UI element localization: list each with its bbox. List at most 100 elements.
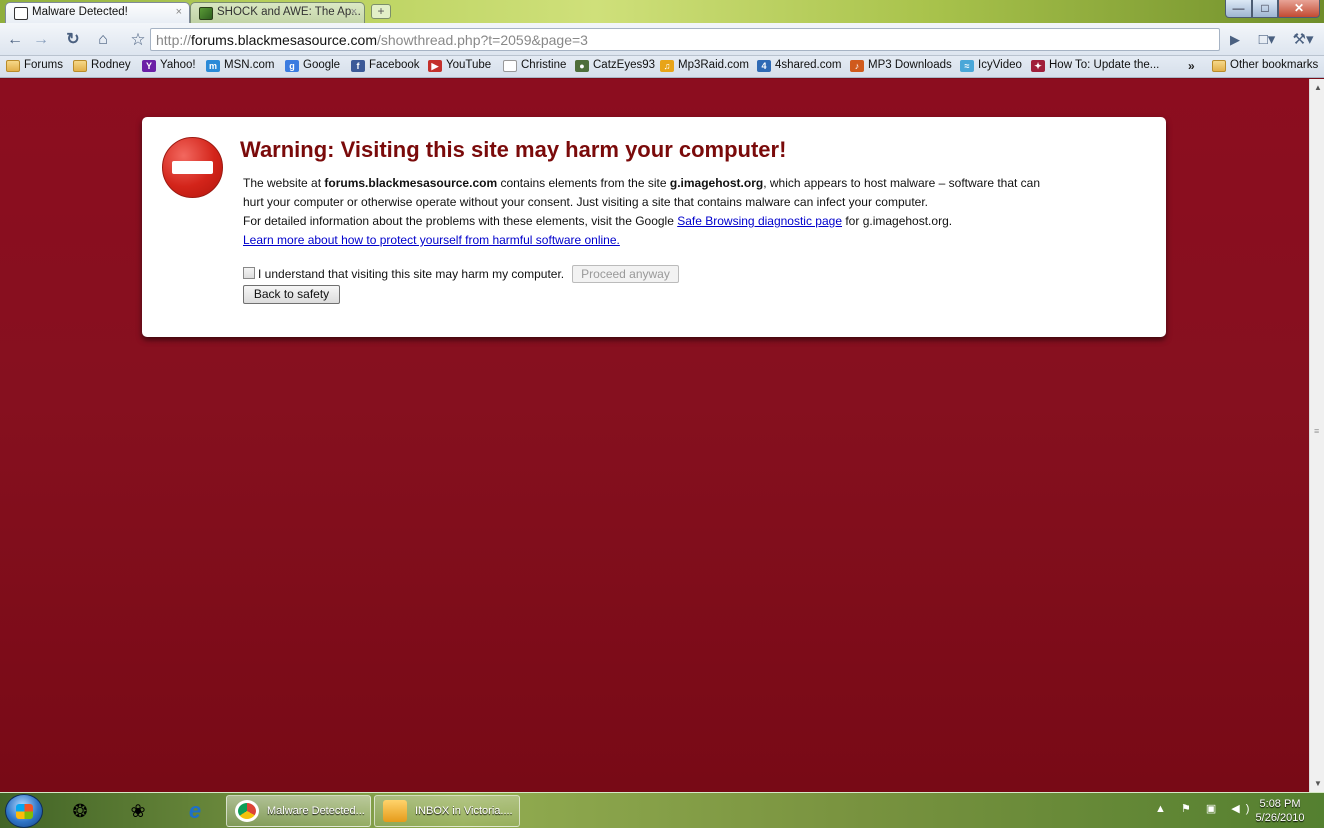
scroll-down-arrow-icon[interactable]: ▼ (1314, 779, 1322, 788)
folder-icon (1212, 60, 1226, 72)
browser-toolbar: ← → ↻ ⌂ ☆ http://forums.blackmesasource.… (0, 23, 1324, 56)
description-text: contains elements from the site (497, 176, 670, 190)
start-button[interactable] (5, 794, 43, 828)
bookmark-label: CatzEyes93 (593, 59, 656, 71)
task-label: INBOX in Victoria.... (415, 805, 513, 817)
home-icon[interactable]: ⌂ (92, 29, 114, 51)
description-text: The website at (243, 176, 325, 190)
other-bookmarks[interactable]: Other bookmarks (1212, 59, 1318, 75)
chrome-icon (235, 800, 259, 822)
bookmark-yahoo[interactable]: Y Yahoo! (142, 59, 196, 75)
bookmark-christine[interactable]: Christine (503, 59, 566, 75)
windows-taskbar: ❂ ❀ e Malware Detected... INBOX in Victo… (0, 792, 1324, 828)
bookmark-label: Yahoo! (160, 59, 196, 71)
back-to-safety-button[interactable]: Back to safety (243, 285, 340, 304)
bookmark-google[interactable]: g Google (285, 59, 340, 75)
google-icon: g (285, 60, 299, 72)
learn-more-link[interactable]: Learn more about how to protect yourself… (243, 233, 620, 247)
bookmark-label: 4shared.com (775, 59, 842, 71)
malware-host-name: g.imagehost.org (669, 176, 764, 190)
clock-date: 5/26/2010 (1255, 812, 1305, 824)
vertical-scrollbar[interactable]: ▲ ≡ ▼ (1309, 79, 1324, 792)
bookmark-msn[interactable]: m MSN.com (206, 59, 274, 75)
tab-shock-and-awe[interactable]: SHOCK and AWE: The Ap... × (190, 2, 365, 23)
go-play-icon[interactable]: ▶ (1224, 29, 1246, 51)
maximize-button[interactable]: □ (1252, 0, 1278, 18)
url-host: forums.blackmesasource.com (191, 32, 377, 48)
bookmark-label: Christine (521, 59, 567, 71)
bookmark-4shared[interactable]: 4 4shared.com (757, 59, 841, 75)
music-icon: ♫ (660, 60, 674, 72)
scroll-grip-icon[interactable]: ≡ (1314, 426, 1319, 436)
tab-close-icon[interactable]: × (351, 6, 357, 18)
scroll-up-arrow-icon[interactable]: ▲ (1314, 83, 1322, 92)
safe-browsing-diagnostic-link[interactable]: Safe Browsing diagnostic page (677, 214, 842, 228)
bookmark-youtube[interactable]: ▶ YouTube (428, 59, 491, 75)
bookmark-label: Mp3Raid.com (678, 59, 749, 71)
taskbar-clock[interactable]: 5:08 PM 5/26/2010 (1252, 797, 1308, 825)
mp3-icon: ♪ (850, 60, 864, 72)
forward-arrow-icon[interactable]: → (30, 29, 52, 51)
description-text: for g.imagehost.org. (842, 214, 953, 228)
warning-panel: Warning: Visiting this site may harm you… (142, 117, 1166, 337)
msn-icon: m (206, 60, 220, 72)
bookmark-rodney[interactable]: Rodney (73, 59, 131, 75)
bookmark-label: Rodney (91, 59, 131, 71)
mail-icon (383, 800, 407, 822)
windows-logo-icon (16, 804, 33, 819)
system-tray-icons[interactable]: ▲ ⚑ ▣ ◀) (1155, 802, 1255, 815)
icyvideo-icon: ≈ (960, 60, 974, 72)
task-label: Malware Detected... (267, 805, 365, 817)
url-scheme: http:// (156, 32, 192, 48)
star-icon[interactable]: ☆ (127, 29, 149, 51)
warning-description-line: The website at forums.blackmesasource.co… (243, 176, 1040, 190)
bookmark-howto[interactable]: ✦ How To: Update the... (1031, 59, 1159, 75)
tab-label: Malware Detected! (32, 6, 128, 18)
bookmark-label: MSN.com (224, 59, 275, 71)
bookmark-label: Forums (24, 59, 63, 71)
clock-time: 5:08 PM (1259, 798, 1301, 810)
diagnostic-info-line: For detailed information about the probl… (243, 214, 952, 228)
back-arrow-icon[interactable]: ← (4, 29, 26, 51)
bookmark-mp3-downloads[interactable]: ♪ MP3 Downloads (850, 59, 952, 75)
medallion-app-icon[interactable]: ❂ (65, 796, 95, 826)
facebook-icon: f (351, 60, 365, 72)
page-icon (503, 60, 517, 72)
reload-icon[interactable]: ↻ (62, 29, 84, 51)
bookmark-label: Other bookmarks (1230, 59, 1319, 71)
page-favicon-icon (14, 7, 28, 20)
understand-checkbox[interactable] (243, 267, 255, 279)
malware-warning-page: Warning: Visiting this site may harm you… (0, 79, 1309, 792)
tab-label: SHOCK and AWE: The Ap... (217, 6, 361, 18)
wrench-icon[interactable]: ⚒▾ (1288, 29, 1318, 51)
new-tab-button[interactable]: + (371, 4, 391, 19)
page-menu-icon[interactable]: □▾ (1252, 29, 1282, 51)
url-path: /showthread.php?t=2059&page=3 (376, 32, 588, 48)
bookmark-icyvideo[interactable]: ≈ IcyVideo (960, 59, 1022, 75)
game-favicon-icon (199, 7, 213, 20)
bookmark-facebook[interactable]: f Facebook (351, 59, 420, 75)
bookmark-catzeyes93[interactable]: ● CatzEyes93 (575, 59, 655, 75)
taskbar-inbox-window[interactable]: INBOX in Victoria.... (374, 795, 520, 827)
address-bar[interactable]: http://forums.blackmesasource.com/showth… (150, 28, 1220, 51)
bookmark-mp3raid[interactable]: ♫ Mp3Raid.com (660, 59, 749, 75)
minimize-button[interactable]: — (1225, 0, 1252, 18)
stop-sign-icon (162, 137, 223, 198)
tab-malware-detected[interactable]: Malware Detected! × (5, 2, 190, 23)
cat-icon: ● (575, 60, 589, 72)
bookmark-label: Facebook (369, 59, 420, 71)
folder-icon (73, 60, 87, 72)
bookmarks-overflow-chevron-icon[interactable]: » (1188, 59, 1195, 73)
close-window-button[interactable]: ✕ (1278, 0, 1320, 18)
flower-app-icon[interactable]: ❀ (123, 796, 153, 826)
bookmark-label: IcyVideo (978, 59, 1022, 71)
internet-explorer-icon[interactable]: e (180, 796, 210, 826)
bookmark-label: How To: Update the... (1049, 59, 1160, 71)
yahoo-icon: Y (142, 60, 156, 72)
youtube-icon: ▶ (428, 60, 442, 72)
proceed-anyway-button[interactable]: Proceed anyway (572, 265, 679, 283)
tab-close-icon[interactable]: × (176, 6, 182, 18)
taskbar-chrome-window[interactable]: Malware Detected... (226, 795, 371, 827)
bookmark-forums[interactable]: Forums (6, 59, 63, 75)
description-text: , which appears to host malware – softwa… (763, 176, 1041, 190)
